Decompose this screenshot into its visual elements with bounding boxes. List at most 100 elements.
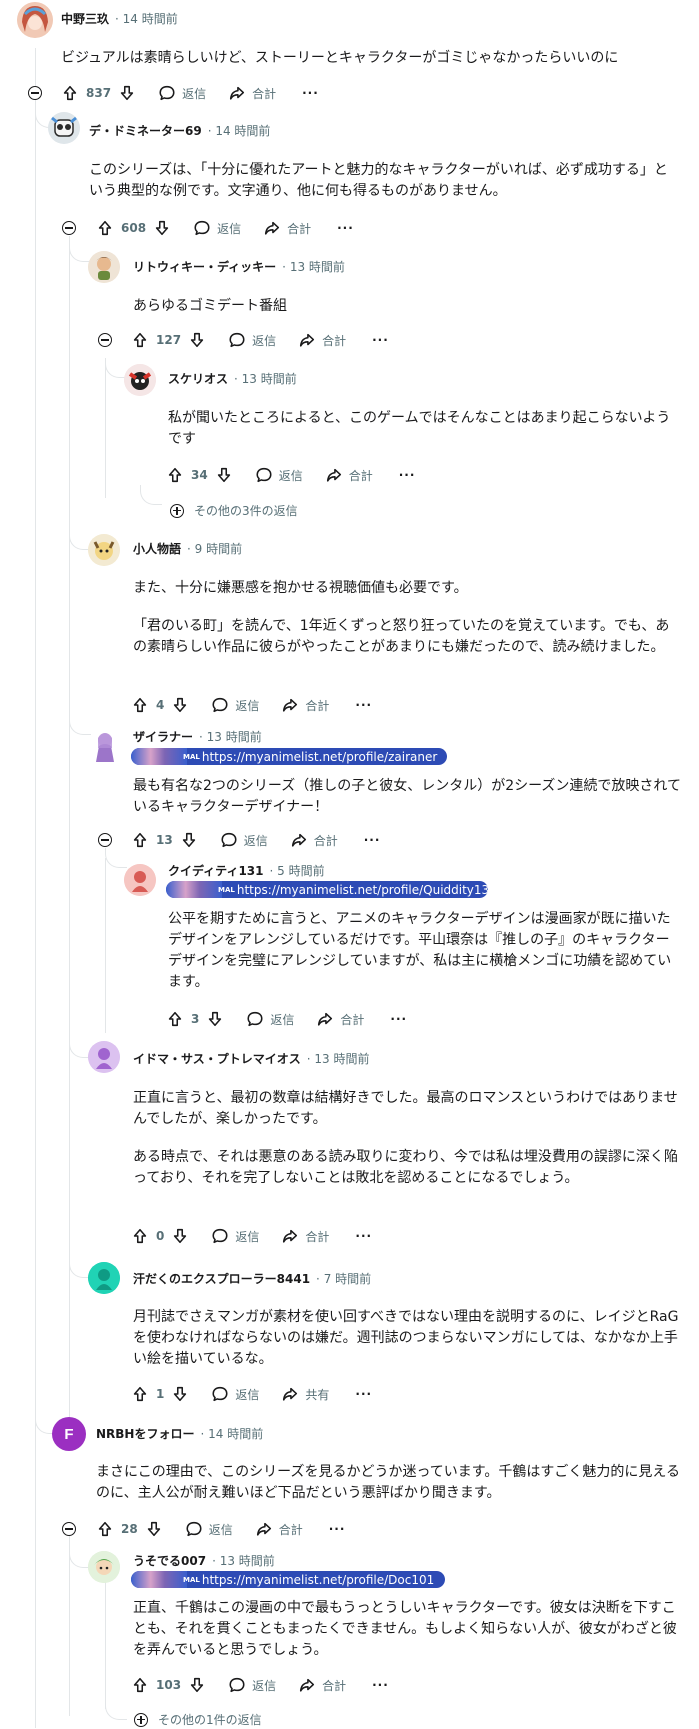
share-button[interactable]: 合計: [281, 1227, 329, 1245]
reply-button[interactable]: 返信: [211, 1385, 259, 1403]
more-options-button[interactable]: ···: [355, 1387, 372, 1401]
share-button[interactable]: 合計: [290, 831, 338, 849]
share-button[interactable]: 合計: [255, 1520, 303, 1538]
share-button[interactable]: 合計: [325, 466, 373, 484]
timestamp[interactable]: · 13 時間前: [307, 1050, 370, 1067]
share-button[interactable]: 合計: [298, 1676, 346, 1694]
collapse-thread-button[interactable]: [62, 1522, 76, 1536]
more-options-button[interactable]: ···: [329, 1522, 346, 1536]
avatar[interactable]: [92, 728, 118, 762]
username[interactable]: リトウィキー・ディッキー: [133, 258, 276, 275]
reply-button[interactable]: 返信: [255, 466, 303, 484]
avatar[interactable]: F: [52, 1417, 86, 1451]
downvote-icon[interactable]: [171, 1385, 189, 1403]
timestamp[interactable]: · 5 時間前: [270, 862, 325, 879]
user-flair-link[interactable]: MAL https://myanimelist.net/profile/zair…: [131, 748, 447, 765]
avatar[interactable]: [88, 1262, 120, 1294]
share-button[interactable]: 共有: [281, 1385, 329, 1403]
reply-button[interactable]: 返信: [228, 331, 276, 349]
share-button[interactable]: 合計: [281, 696, 329, 714]
downvote-icon[interactable]: [145, 1520, 163, 1538]
reply-button[interactable]: 返信: [211, 1227, 259, 1245]
avatar[interactable]: [17, 2, 53, 38]
downvote-icon[interactable]: [215, 466, 233, 484]
timestamp[interactable]: · 14 時間前: [208, 122, 271, 139]
more-options-button[interactable]: ···: [390, 1012, 407, 1026]
more-replies-link[interactable]: その他の1件の返信: [134, 1711, 262, 1728]
thread-line[interactable]: [35, 48, 36, 1728]
downvote-icon[interactable]: [171, 696, 189, 714]
reply-button[interactable]: 返信: [228, 1676, 276, 1694]
more-replies-link[interactable]: その他の3件の返信: [170, 502, 298, 519]
downvote-icon[interactable]: [206, 1010, 224, 1028]
avatar[interactable]: [124, 364, 156, 396]
username[interactable]: ザイラナー: [133, 728, 193, 745]
downvote-icon[interactable]: [188, 331, 206, 349]
timestamp[interactable]: · 7 時間前: [316, 1270, 371, 1287]
upvote-icon[interactable]: [61, 84, 79, 102]
downvote-icon[interactable]: [118, 84, 136, 102]
avatar[interactable]: [88, 534, 120, 566]
timestamp[interactable]: · 13 時間前: [212, 1552, 275, 1569]
upvote-icon[interactable]: [131, 831, 149, 849]
timestamp[interactable]: · 13 時間前: [199, 728, 262, 745]
downvote-icon[interactable]: [188, 1676, 206, 1694]
more-options-button[interactable]: ···: [372, 1678, 389, 1692]
thread-line[interactable]: [105, 858, 106, 1033]
avatar[interactable]: [88, 1041, 120, 1073]
more-options-button[interactable]: ···: [302, 86, 319, 100]
collapse-thread-button[interactable]: [98, 833, 112, 847]
username[interactable]: 汗だくのエクスプローラー8441: [133, 1270, 310, 1287]
more-options-button[interactable]: ···: [355, 698, 372, 712]
avatar[interactable]: [124, 864, 156, 896]
timestamp[interactable]: · 14 時間前: [200, 1425, 263, 1442]
upvote-icon[interactable]: [96, 1520, 114, 1538]
user-flair-link[interactable]: MAL https://myanimelist.net/profile/Quid…: [166, 881, 488, 898]
upvote-icon[interactable]: [131, 331, 149, 349]
reply-button[interactable]: 返信: [246, 1010, 294, 1028]
reply-button[interactable]: 返信: [193, 219, 241, 237]
timestamp[interactable]: · 13 時間前: [234, 370, 297, 387]
username[interactable]: デ・ドミネーター69: [89, 122, 202, 139]
reply-button[interactable]: 返信: [158, 84, 206, 102]
thread-line[interactable]: [69, 1536, 70, 1716]
collapse-thread-button[interactable]: [62, 221, 76, 235]
reply-button[interactable]: 返信: [211, 696, 259, 714]
username[interactable]: クイディティ131: [168, 862, 264, 879]
timestamp[interactable]: · 9 時間前: [187, 540, 242, 557]
username[interactable]: 中野三玖: [61, 10, 109, 27]
upvote-icon[interactable]: [131, 1676, 149, 1694]
thread-line[interactable]: [69, 236, 70, 1436]
more-options-button[interactable]: ···: [337, 221, 354, 235]
share-button[interactable]: 合計: [316, 1010, 364, 1028]
username[interactable]: スケリオス: [168, 370, 228, 387]
more-options-button[interactable]: ···: [355, 1229, 372, 1243]
timestamp[interactable]: · 14 時間前: [115, 10, 178, 27]
more-options-button[interactable]: ···: [399, 468, 416, 482]
upvote-icon[interactable]: [96, 219, 114, 237]
more-options-button[interactable]: ···: [372, 333, 389, 347]
reply-button[interactable]: 返信: [185, 1520, 233, 1538]
reply-button[interactable]: 返信: [220, 831, 268, 849]
thread-line[interactable]: [105, 358, 106, 498]
downvote-icon[interactable]: [171, 1227, 189, 1245]
user-flair-link[interactable]: MAL https://myanimelist.net/profile/Doc1…: [131, 1571, 445, 1588]
upvote-icon[interactable]: [131, 696, 149, 714]
upvote-icon[interactable]: [166, 466, 184, 484]
username[interactable]: 小人物語: [133, 540, 181, 557]
more-options-button[interactable]: ···: [364, 833, 381, 847]
username[interactable]: NRBHをフォロー: [96, 1425, 194, 1442]
share-button[interactable]: 合計: [228, 84, 276, 102]
upvote-icon[interactable]: [131, 1227, 149, 1245]
share-button[interactable]: 合計: [298, 331, 346, 349]
share-button[interactable]: 合計: [263, 219, 311, 237]
avatar[interactable]: [88, 1551, 120, 1583]
downvote-icon[interactable]: [153, 219, 171, 237]
collapse-thread-button[interactable]: [28, 86, 42, 100]
username[interactable]: うそでる007: [133, 1552, 206, 1569]
username[interactable]: イドマ・サス・プトレマイオス: [133, 1050, 301, 1067]
timestamp[interactable]: · 13 時間前: [282, 258, 345, 275]
upvote-icon[interactable]: [131, 1385, 149, 1403]
upvote-icon[interactable]: [166, 1010, 184, 1028]
downvote-icon[interactable]: [180, 831, 198, 849]
